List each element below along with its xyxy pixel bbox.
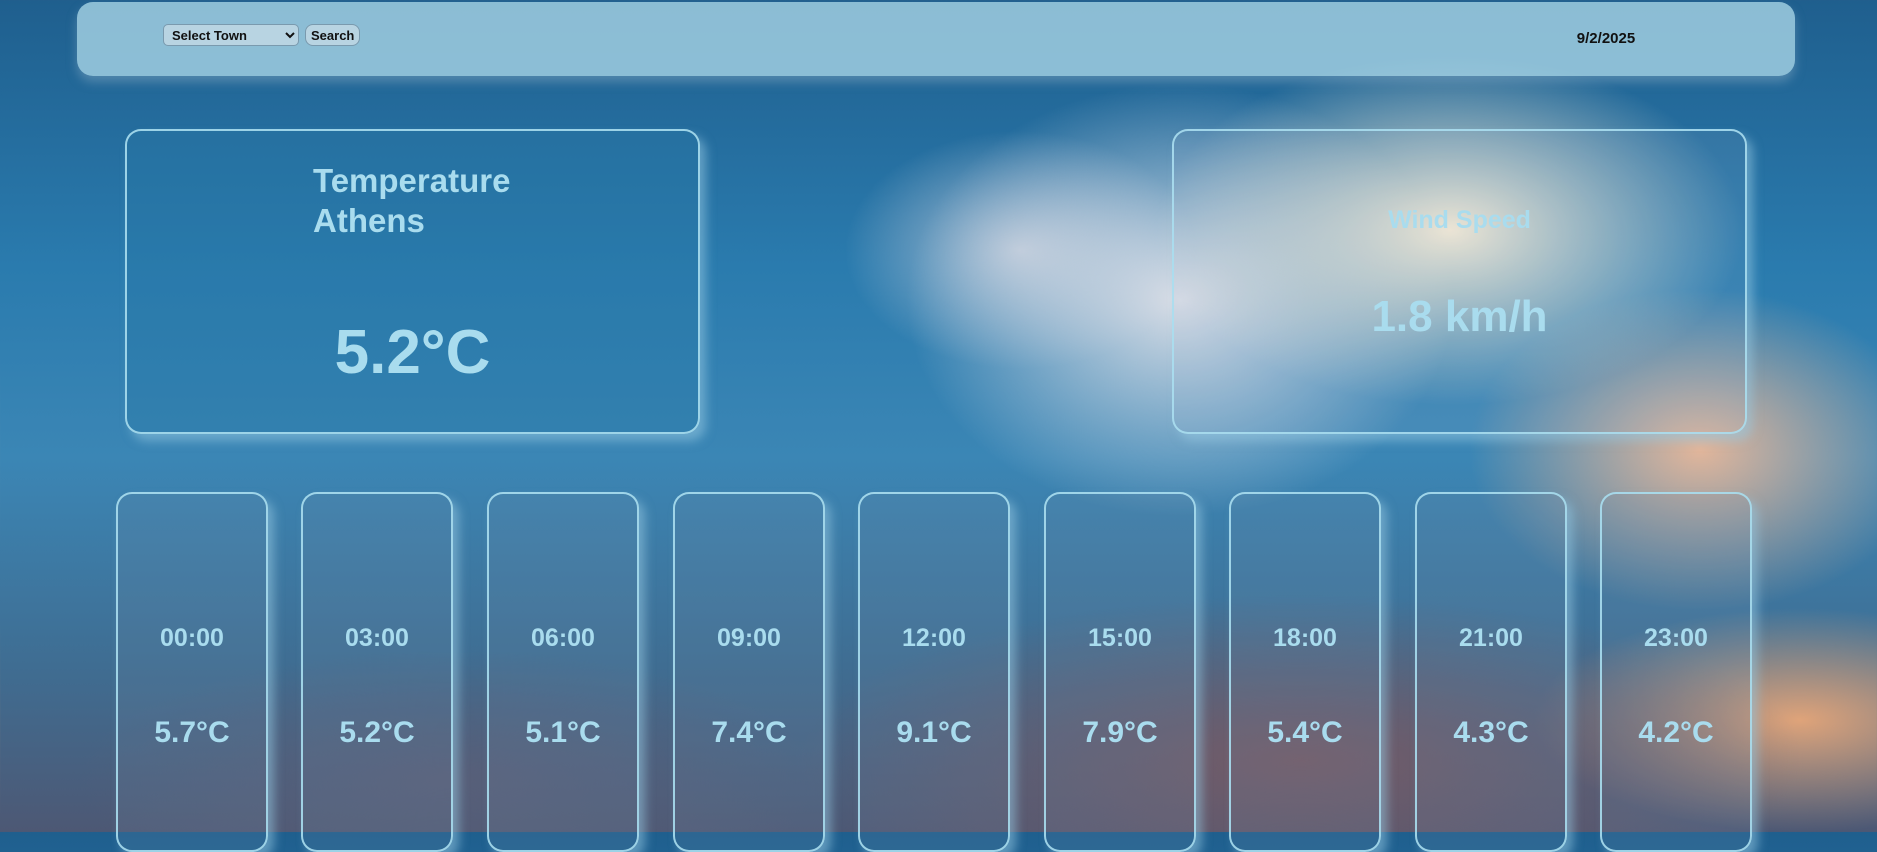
hourly-time: 09:00 (717, 624, 781, 652)
hourly-card: 21:00 4.3°C (1415, 492, 1567, 852)
search-button[interactable]: Search (305, 24, 361, 46)
wind-speed-title: Wind Speed (1388, 206, 1531, 234)
town-select[interactable]: Select Town (163, 24, 299, 46)
hourly-time: 15:00 (1088, 624, 1152, 652)
temperature-card-title: Temperature Athens (313, 161, 510, 241)
hourly-temperature: 5.1°C (525, 716, 601, 749)
hourly-temperature: 4.3°C (1453, 716, 1529, 749)
hourly-card: 06:00 5.1°C (487, 492, 639, 852)
hourly-time: 12:00 (902, 624, 966, 652)
hourly-card: 23:00 4.2°C (1600, 492, 1752, 852)
temperature-card: Temperature Athens 5.2°C (125, 129, 700, 434)
hourly-time: 21:00 (1459, 624, 1523, 652)
city-name: Athens (313, 202, 425, 239)
hourly-time: 03:00 (345, 624, 409, 652)
hourly-time: 18:00 (1273, 624, 1337, 652)
hourly-card: 18:00 5.4°C (1229, 492, 1381, 852)
wind-speed-card: Wind Speed 1.8 km/h (1172, 129, 1747, 434)
hourly-card: 03:00 5.2°C (301, 492, 453, 852)
wind-speed-value: 1.8 km/h (1371, 292, 1548, 341)
top-bar: Select Town Search 9/2/2025 (77, 2, 1795, 76)
hourly-time: 06:00 (531, 624, 595, 652)
hourly-time: 00:00 (160, 624, 224, 652)
hourly-temperature: 9.1°C (896, 716, 972, 749)
hourly-forecast: 00:00 5.7°C 03:00 5.2°C 06:00 5.1°C 09:0… (0, 492, 1877, 852)
hourly-time: 23:00 (1644, 624, 1708, 652)
hourly-card: 09:00 7.4°C (673, 492, 825, 852)
temperature-heading: Temperature (313, 162, 511, 199)
hourly-temperature: 5.7°C (154, 716, 230, 749)
current-date: 9/2/2025 (1576, 30, 1636, 47)
hourly-temperature: 7.4°C (711, 716, 787, 749)
hourly-card: 00:00 5.7°C (116, 492, 268, 852)
hourly-card: 15:00 7.9°C (1044, 492, 1196, 852)
hourly-temperature: 4.2°C (1638, 716, 1714, 749)
hourly-temperature: 5.4°C (1267, 716, 1343, 749)
hourly-temperature: 5.2°C (339, 716, 415, 749)
hourly-temperature: 7.9°C (1082, 716, 1158, 749)
hourly-card: 12:00 9.1°C (858, 492, 1010, 852)
current-temperature: 5.2°C (334, 318, 491, 387)
